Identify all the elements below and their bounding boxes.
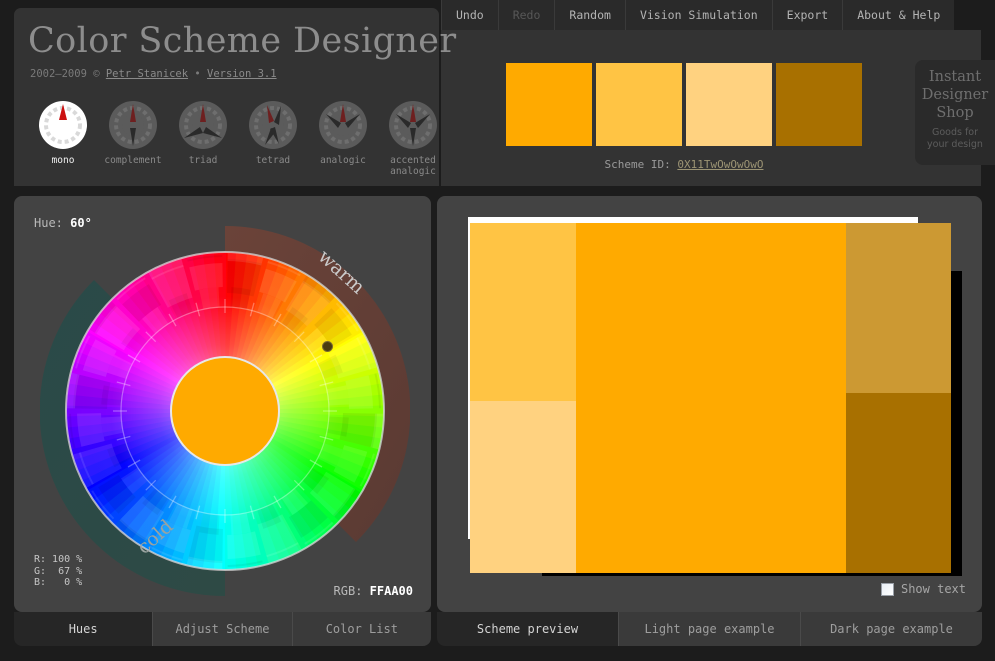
- show-text-label: Show text: [900, 582, 966, 596]
- show-text-checkbox[interactable]: [880, 582, 894, 596]
- nav-redo: Redo: [498, 0, 556, 30]
- preview-block: [846, 223, 951, 393]
- tab-color-list[interactable]: Color List: [292, 612, 431, 646]
- preview-column: [846, 223, 951, 573]
- tab-scheme-preview[interactable]: Scheme preview: [437, 612, 619, 646]
- scheme-type-mono-label: mono: [51, 155, 75, 166]
- version-link[interactable]: Version 3.1: [207, 68, 277, 80]
- scheme-id-link[interactable]: 0X11TwOwOwOwO: [677, 158, 763, 171]
- left-panel-tabs: Hues Adjust Scheme Color List: [14, 612, 431, 646]
- scheme-type-analogic[interactable]: analogic: [308, 100, 378, 177]
- scheme-type-triad-label: triad: [188, 155, 218, 166]
- analogic-dial-icon: [318, 100, 368, 150]
- instant-designer-shop-ad[interactable]: Instant Designer Shop Goods for your des…: [915, 60, 995, 165]
- hue-selection-marker[interactable]: [322, 341, 333, 352]
- scheme-type-mono[interactable]: mono: [28, 100, 98, 177]
- swatch-4[interactable]: [776, 63, 862, 146]
- preview-color-blocks: [470, 223, 951, 573]
- rgb-hex-readout: RGB: FFAA00: [334, 584, 413, 598]
- rgb-percent-readout: R: 100 % G: 67 % B: 0 %: [34, 554, 83, 588]
- tab-adjust-scheme[interactable]: Adjust Scheme: [153, 612, 293, 646]
- scheme-preview-panel: Show text: [437, 196, 982, 612]
- footer-strip: [0, 646, 995, 661]
- tetrad-dial-icon: [248, 100, 298, 150]
- top-navigation: Undo Redo Random Vision Simulation Expor…: [441, 0, 995, 30]
- accented-analogic-dial-icon: [388, 100, 438, 150]
- rgb-hex-value: FFAA00: [369, 584, 413, 598]
- scheme-preview-canvas: [437, 196, 982, 580]
- scheme-id: Scheme ID: 0X11TwOwOwOwO: [506, 158, 862, 171]
- copyright-text: 2002–2009 ©: [30, 68, 106, 80]
- tab-light-page-example[interactable]: Light page example: [619, 612, 801, 646]
- tab-dark-page-example[interactable]: Dark page example: [801, 612, 982, 646]
- scheme-type-complement-label: complement: [104, 155, 162, 166]
- show-text-toggle[interactable]: Show text: [880, 582, 966, 596]
- mono-dial-icon: [38, 100, 88, 150]
- app-subtitle: 2002–2009 © Petr Stanicek • Version 3.1: [30, 68, 277, 80]
- author-link[interactable]: Petr Stanicek: [106, 68, 188, 80]
- scheme-type-selector: mono complement triad tetrad analogic ac…: [28, 100, 448, 177]
- scheme-type-analogic-label: analogic: [320, 155, 366, 166]
- ad-subtitle: Goods for your design: [927, 127, 983, 150]
- color-wheel-svg[interactable]: [39, 225, 411, 597]
- app-title: Color Scheme Designer: [28, 21, 457, 61]
- rgb-hex-label: RGB:: [333, 584, 370, 598]
- color-wheel[interactable]: warm cold: [39, 225, 411, 597]
- right-panel-tabs: Scheme preview Light page example Dark p…: [437, 612, 982, 646]
- preview-column: [576, 223, 846, 573]
- swatch-3[interactable]: [686, 63, 772, 146]
- hue-wheel-panel: Hue: 60° warm cold R: 100 % G: 67 % B: 0…: [14, 196, 431, 612]
- scheme-type-triad[interactable]: triad: [168, 100, 238, 177]
- scheme-type-tetrad[interactable]: tetrad: [238, 100, 308, 177]
- preview-block: [470, 223, 576, 401]
- swatch-1[interactable]: [506, 63, 592, 146]
- complement-dial-icon: [108, 100, 158, 150]
- preview-block: [576, 223, 846, 573]
- scheme-swatch-strip: [506, 63, 862, 146]
- preview-column: [470, 223, 576, 573]
- scheme-id-label: Scheme ID:: [604, 158, 678, 171]
- preview-block: [470, 401, 576, 573]
- subtitle-separator: •: [188, 68, 208, 80]
- tab-hues[interactable]: Hues: [14, 612, 154, 646]
- preview-block: [846, 393, 951, 573]
- ad-title: Instant Designer Shop: [921, 69, 989, 121]
- nav-export[interactable]: Export: [772, 0, 844, 30]
- scheme-type-complement[interactable]: complement: [98, 100, 168, 177]
- color-scheme-designer-app: Color Scheme Designer 2002–2009 © Petr S…: [0, 0, 995, 661]
- scheme-type-tetrad-label: tetrad: [255, 155, 291, 166]
- triad-dial-icon: [178, 100, 228, 150]
- nav-random[interactable]: Random: [555, 0, 626, 30]
- nav-undo[interactable]: Undo: [441, 0, 499, 30]
- scheme-type-accented-analogic-label: accented analogic: [390, 155, 436, 177]
- scheme-type-accented-analogic[interactable]: accented analogic: [378, 100, 448, 177]
- swatch-2[interactable]: [596, 63, 682, 146]
- nav-about-help[interactable]: About & Help: [843, 0, 955, 30]
- nav-vision-simulation[interactable]: Vision Simulation: [625, 0, 773, 30]
